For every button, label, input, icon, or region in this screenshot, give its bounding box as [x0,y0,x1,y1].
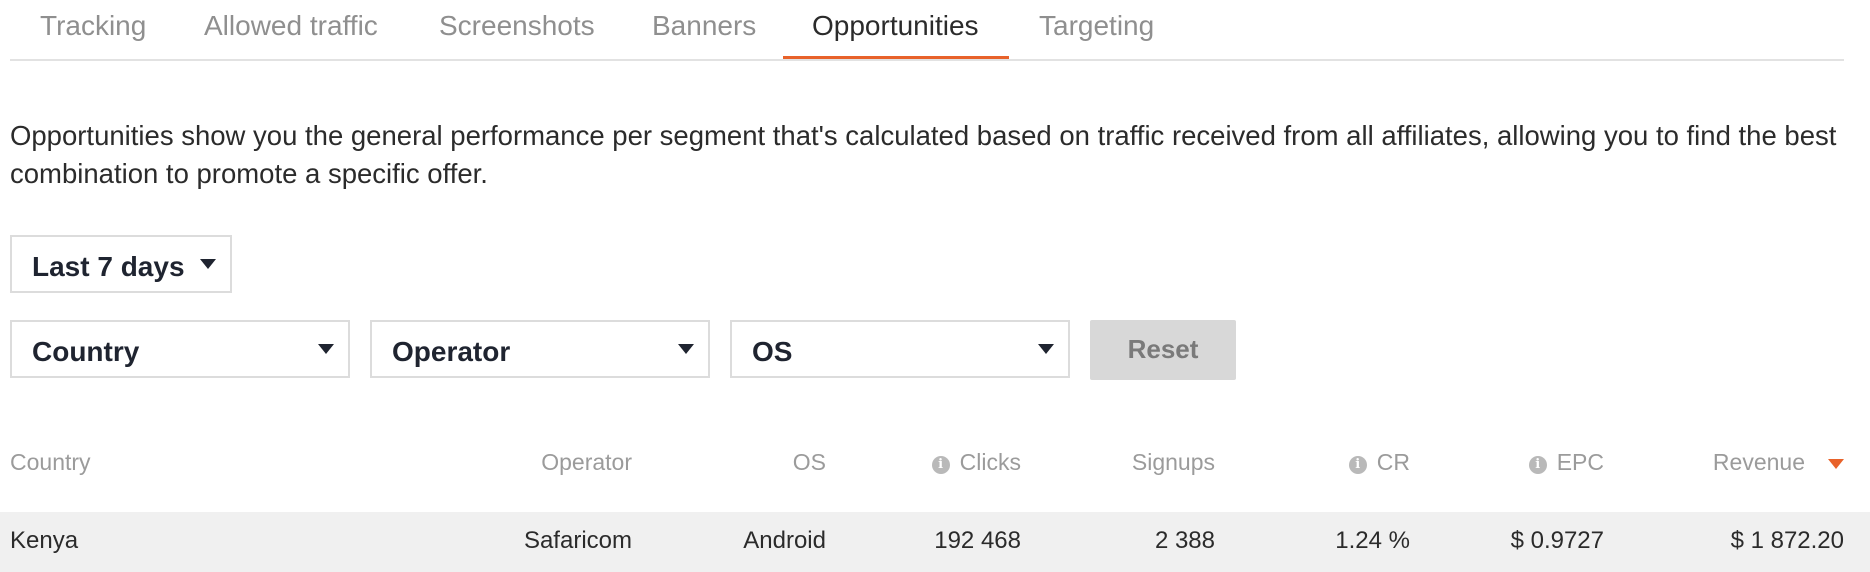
cell-clicks: 192 468 [934,527,1021,554]
chevron-down-icon [678,344,694,354]
chevron-down-icon [318,344,334,354]
tab-opportunities[interactable]: Opportunities [812,10,979,42]
info-icon[interactable]: i [1528,456,1547,474]
column-header-clicks[interactable]: i Clicks [931,449,1021,476]
tab-screenshots[interactable]: Screenshots [439,10,595,42]
cell-revenue: $ 1 872.20 [1730,527,1844,554]
column-header-cr-label: CR [1376,449,1410,475]
tab-bar: Tracking Allowed traffic Screenshots Ban… [10,0,1844,61]
country-select[interactable]: Country [10,320,350,378]
period-dropdown[interactable]: Last 7 days [10,235,232,293]
cell-country: Kenya [10,527,79,554]
chevron-down-icon [1038,344,1054,354]
country-select-value: Country [32,336,140,367]
column-header-revenue[interactable]: Revenue [1713,449,1805,476]
page-description: Opportunities show you the general perfo… [10,120,1837,189]
reset-button[interactable]: Reset [1090,320,1236,380]
column-header-epc[interactable]: i EPC [1528,449,1604,476]
tab-targeting[interactable]: Targeting [1039,10,1154,42]
tab-banners[interactable]: Banners [652,10,756,42]
cell-signups: 2 388 [1154,527,1215,554]
operator-select-value: Operator [392,336,511,367]
info-icon[interactable]: i [1348,456,1367,474]
cell-epc: $ 0.9727 [1510,527,1604,554]
table-row: Kenya Safaricom Android 192 468 2 388 1.… [0,512,1870,572]
sort-descending-icon[interactable] [1828,459,1844,469]
tab-tracking[interactable]: Tracking [40,10,146,42]
cell-os: Android [743,527,826,554]
tab-allowed-traffic[interactable]: Allowed traffic [204,10,378,42]
os-select-value: OS [752,336,793,367]
info-icon[interactable]: i [931,456,950,474]
os-select[interactable]: OS [730,320,1070,378]
cell-operator: Safaricom [523,527,632,554]
column-header-os[interactable]: OS [793,449,826,476]
column-header-cr[interactable]: i CR [1348,449,1410,476]
column-header-clicks-label: Clicks [959,449,1021,475]
cell-cr: 1.24 % [1335,527,1410,554]
active-tab-indicator [783,56,1009,59]
column-header-signups[interactable]: Signups [1132,449,1215,476]
operator-select[interactable]: Operator [370,320,710,378]
column-header-country[interactable]: Country [10,449,91,476]
period-dropdown-value: Last 7 days [32,251,185,282]
column-header-epc-label: EPC [1556,449,1604,475]
chevron-down-icon [200,259,216,269]
column-header-operator[interactable]: Operator [541,449,632,476]
